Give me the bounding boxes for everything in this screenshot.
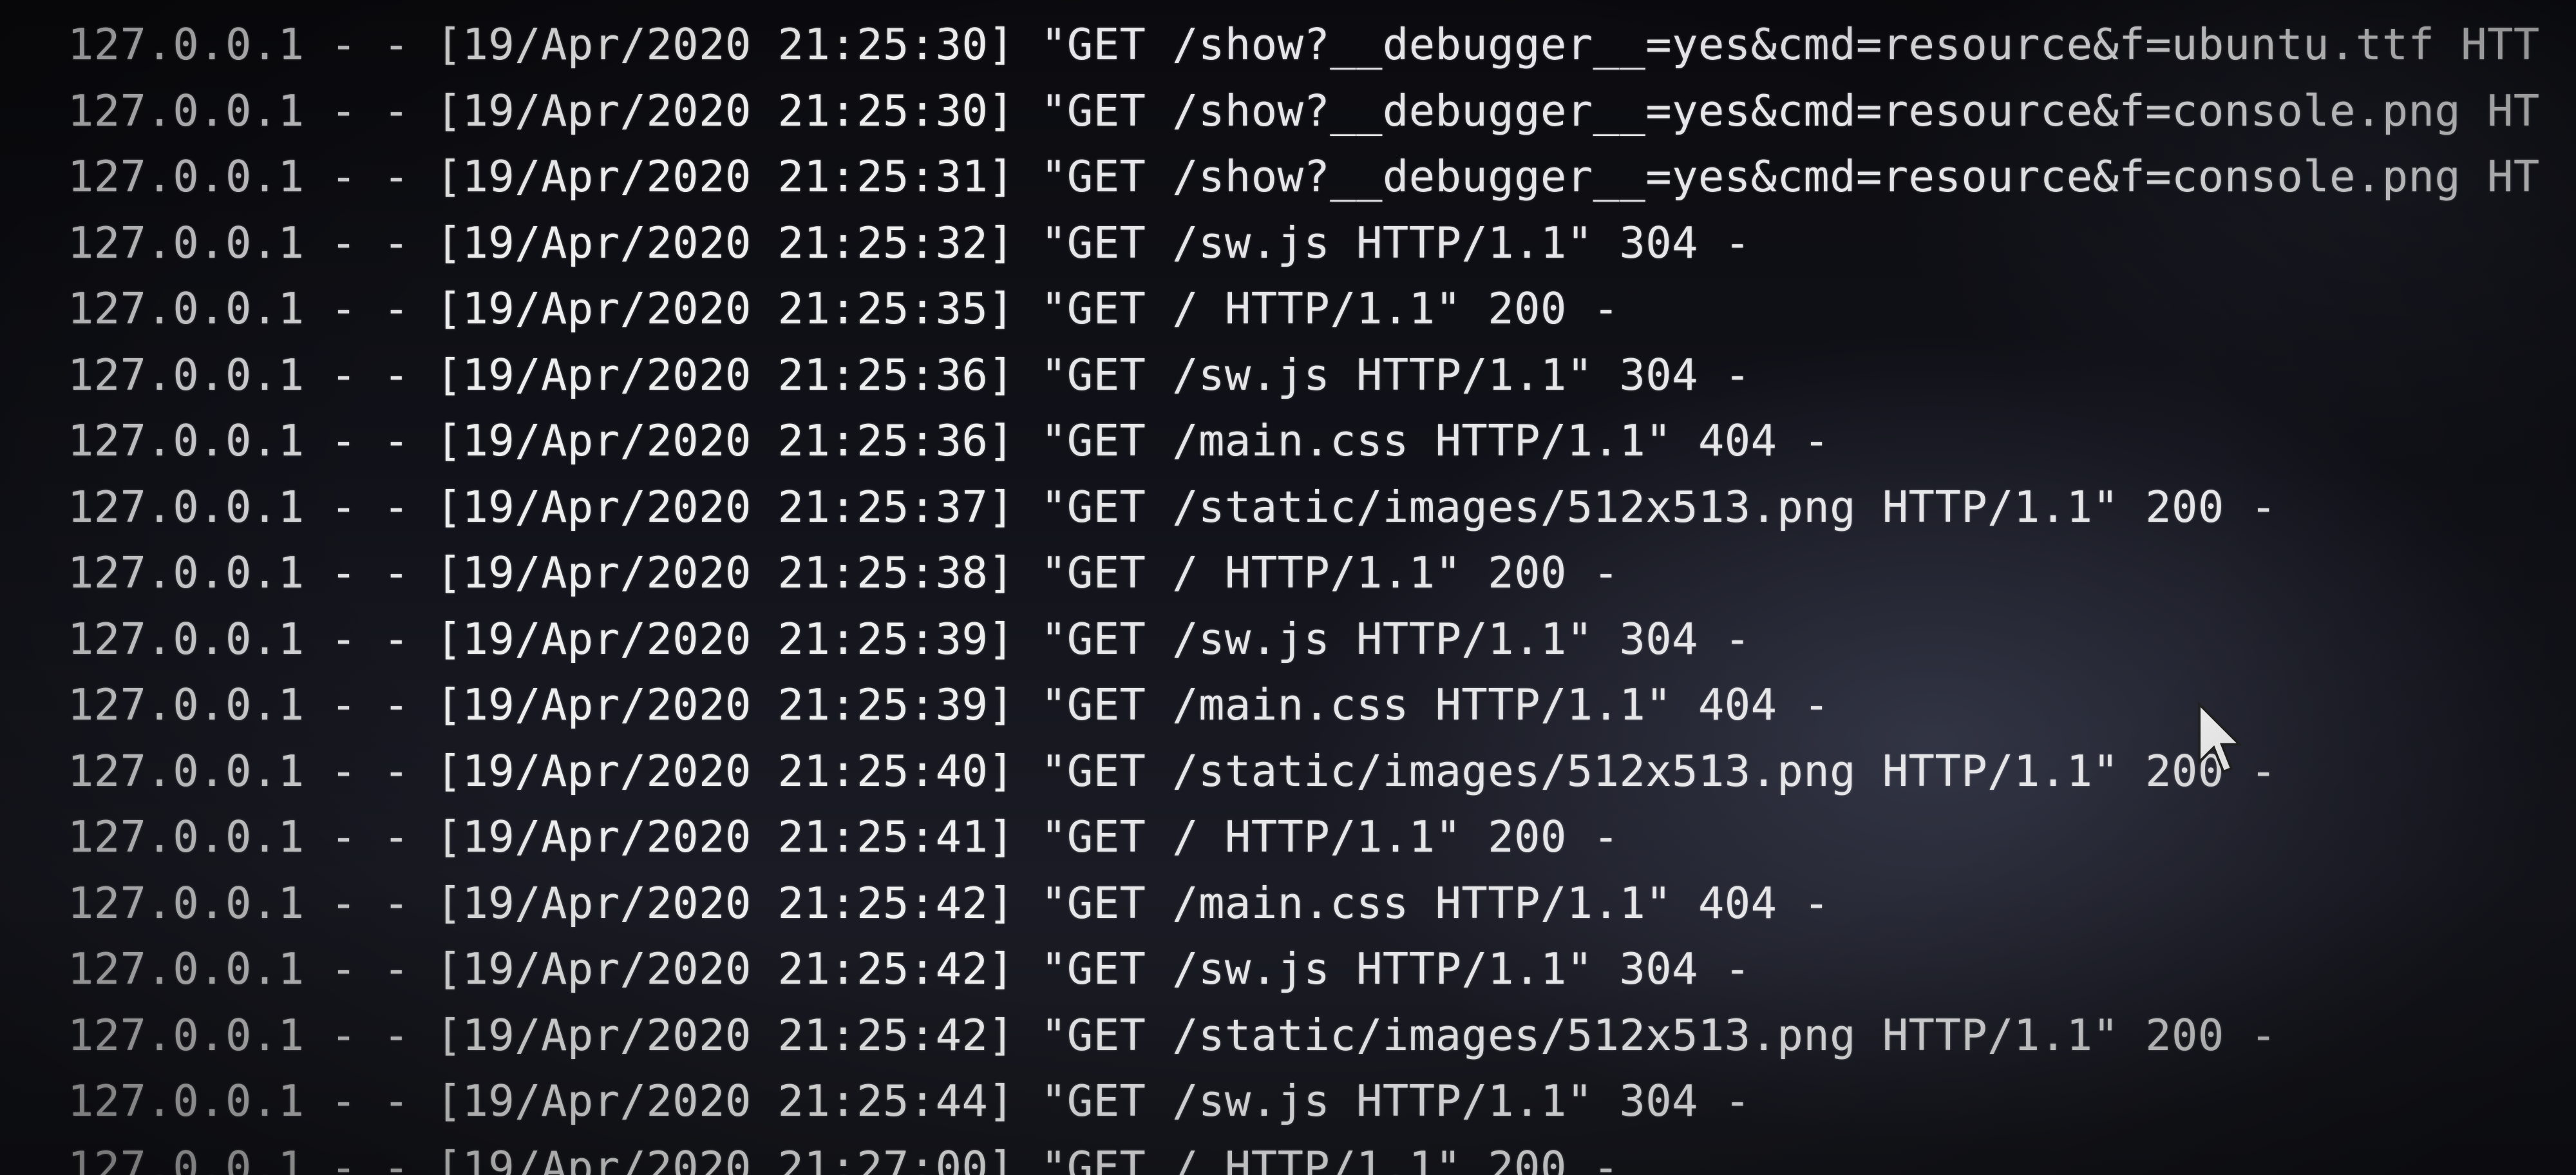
log-timestamp: [19/Apr/2020 21:25:44]: [435, 1076, 1015, 1126]
log-request: "GET / HTTP/1.1" 200 -: [1041, 1142, 1620, 1175]
log-line: 127.0.0.1 - - [19/Apr/2020 21:25:30] "GE…: [68, 12, 2540, 78]
log-ip: 127.0.0.1: [68, 812, 305, 862]
log-timestamp: [19/Apr/2020 21:25:42]: [435, 1009, 1015, 1060]
log-timestamp: [19/Apr/2020 21:25:38]: [435, 548, 1015, 598]
log-ip: 127.0.0.1: [68, 85, 305, 136]
log-request: "GET / HTTP/1.1" 200 -: [1041, 548, 1620, 598]
log-ip: 127.0.0.1: [68, 217, 305, 268]
log-separator: - -: [330, 19, 410, 70]
log-request: "GET /sw.js HTTP/1.1" 304 -: [1041, 217, 1751, 268]
log-ip: 127.0.0.1: [68, 680, 305, 730]
log-timestamp: [19/Apr/2020 21:25:37]: [435, 481, 1015, 532]
terminal-window[interactable]: 127.0.0.1 - - [19/Apr/2020 21:25:30] "GE…: [0, 0, 2576, 1175]
server-log: 127.0.0.1 - - [19/Apr/2020 21:25:30] "GE…: [68, 12, 2540, 1175]
log-line: 127.0.0.1 - - [19/Apr/2020 21:25:31] "GE…: [68, 144, 2540, 210]
log-line: 127.0.0.1 - - [19/Apr/2020 21:25:32] "GE…: [68, 210, 2540, 276]
log-ip: 127.0.0.1: [68, 1142, 305, 1175]
log-line: 127.0.0.1 - - [19/Apr/2020 21:25:42] "GE…: [68, 870, 2540, 937]
log-separator: - -: [330, 1142, 410, 1175]
log-request: "GET /sw.js HTTP/1.1" 304 -: [1041, 1076, 1751, 1126]
log-ip: 127.0.0.1: [68, 151, 305, 202]
log-request: "GET / HTTP/1.1" 200 -: [1041, 283, 1620, 334]
log-ip: 127.0.0.1: [68, 877, 305, 928]
log-line: 127.0.0.1 - - [19/Apr/2020 21:25:39] "GE…: [68, 672, 2540, 738]
log-timestamp: [19/Apr/2020 21:25:41]: [435, 812, 1015, 862]
log-separator: - -: [330, 745, 410, 796]
log-timestamp: [19/Apr/2020 21:25:31]: [435, 151, 1015, 202]
log-ip: 127.0.0.1: [68, 349, 305, 400]
log-timestamp: [19/Apr/2020 21:25:36]: [435, 349, 1015, 400]
log-timestamp: [19/Apr/2020 21:25:36]: [435, 416, 1015, 466]
log-request: "GET /static/images/512x513.png HTTP/1.1…: [1041, 481, 2277, 532]
log-separator: - -: [330, 812, 410, 862]
log-separator: - -: [330, 944, 410, 994]
log-line: 127.0.0.1 - - [19/Apr/2020 21:25:38] "GE…: [68, 540, 2540, 606]
log-request: "GET /sw.js HTTP/1.1" 304 -: [1041, 944, 1751, 994]
log-timestamp: [19/Apr/2020 21:25:42]: [435, 877, 1015, 928]
log-separator: - -: [330, 613, 410, 664]
log-ip: 127.0.0.1: [68, 481, 305, 532]
log-separator: - -: [330, 1076, 410, 1126]
log-timestamp: [19/Apr/2020 21:25:39]: [435, 680, 1015, 730]
log-separator: - -: [330, 85, 410, 136]
log-separator: - -: [330, 151, 410, 202]
log-separator: - -: [330, 349, 410, 400]
log-request: "GET /show?__debugger__=yes&cmd=resource…: [1041, 85, 2540, 136]
log-ip: 127.0.0.1: [68, 1076, 305, 1126]
mouse-pointer-icon: [2198, 701, 2241, 774]
log-request: "GET /static/images/512x513.png HTTP/1.1…: [1041, 1009, 2277, 1060]
log-line: 127.0.0.1 - - [19/Apr/2020 21:25:37] "GE…: [68, 474, 2540, 540]
log-timestamp: [19/Apr/2020 21:25:30]: [435, 85, 1015, 136]
log-line: 127.0.0.1 - - [19/Apr/2020 21:25:41] "GE…: [68, 804, 2540, 870]
log-line: 127.0.0.1 - - [19/Apr/2020 21:25:30] "GE…: [68, 78, 2540, 144]
log-ip: 127.0.0.1: [68, 944, 305, 994]
log-separator: - -: [330, 481, 410, 532]
log-request: "GET /show?__debugger__=yes&cmd=resource…: [1041, 151, 2540, 202]
log-ip: 127.0.0.1: [68, 19, 305, 70]
log-line: 127.0.0.1 - - [19/Apr/2020 21:25:36] "GE…: [68, 342, 2540, 408]
log-separator: - -: [330, 548, 410, 598]
log-separator: - -: [330, 680, 410, 730]
log-request: "GET /show?__debugger__=yes&cmd=resource…: [1041, 19, 2540, 70]
log-separator: - -: [330, 416, 410, 466]
log-ip: 127.0.0.1: [68, 1009, 305, 1060]
log-separator: - -: [330, 1009, 410, 1060]
log-request: "GET /main.css HTTP/1.1" 404 -: [1041, 680, 1830, 730]
log-ip: 127.0.0.1: [68, 745, 305, 796]
log-separator: - -: [330, 877, 410, 928]
log-line: 127.0.0.1 - - [19/Apr/2020 21:25:44] "GE…: [68, 1068, 2540, 1134]
log-request: "GET /sw.js HTTP/1.1" 304 -: [1041, 349, 1751, 400]
log-timestamp: [19/Apr/2020 21:25:39]: [435, 613, 1015, 664]
log-ip: 127.0.0.1: [68, 416, 305, 466]
log-line: 127.0.0.1 - - [19/Apr/2020 21:27:00] "GE…: [68, 1134, 2540, 1175]
log-request: "GET /main.css HTTP/1.1" 404 -: [1041, 877, 1830, 928]
log-ip: 127.0.0.1: [68, 548, 305, 598]
log-line: 127.0.0.1 - - [19/Apr/2020 21:25:39] "GE…: [68, 606, 2540, 673]
log-line: 127.0.0.1 - - [19/Apr/2020 21:25:42] "GE…: [68, 936, 2540, 1002]
log-ip: 127.0.0.1: [68, 613, 305, 664]
log-request: "GET /main.css HTTP/1.1" 404 -: [1041, 416, 1830, 466]
log-request: "GET /sw.js HTTP/1.1" 304 -: [1041, 613, 1751, 664]
log-timestamp: [19/Apr/2020 21:25:35]: [435, 283, 1015, 334]
log-line: 127.0.0.1 - - [19/Apr/2020 21:25:42] "GE…: [68, 1002, 2540, 1069]
log-timestamp: [19/Apr/2020 21:25:40]: [435, 745, 1015, 796]
log-timestamp: [19/Apr/2020 21:25:30]: [435, 19, 1015, 70]
log-line: 127.0.0.1 - - [19/Apr/2020 21:25:36] "GE…: [68, 408, 2540, 474]
log-request: "GET /static/images/512x513.png HTTP/1.1…: [1041, 745, 2277, 796]
log-request: "GET / HTTP/1.1" 200 -: [1041, 812, 1620, 862]
log-ip: 127.0.0.1: [68, 283, 305, 334]
log-separator: - -: [330, 217, 410, 268]
log-line: 127.0.0.1 - - [19/Apr/2020 21:25:35] "GE…: [68, 276, 2540, 342]
log-line: 127.0.0.1 - - [19/Apr/2020 21:25:40] "GE…: [68, 738, 2540, 805]
log-timestamp: [19/Apr/2020 21:27:00]: [435, 1142, 1015, 1175]
log-timestamp: [19/Apr/2020 21:25:32]: [435, 217, 1015, 268]
log-separator: - -: [330, 283, 410, 334]
log-timestamp: [19/Apr/2020 21:25:42]: [435, 944, 1015, 994]
